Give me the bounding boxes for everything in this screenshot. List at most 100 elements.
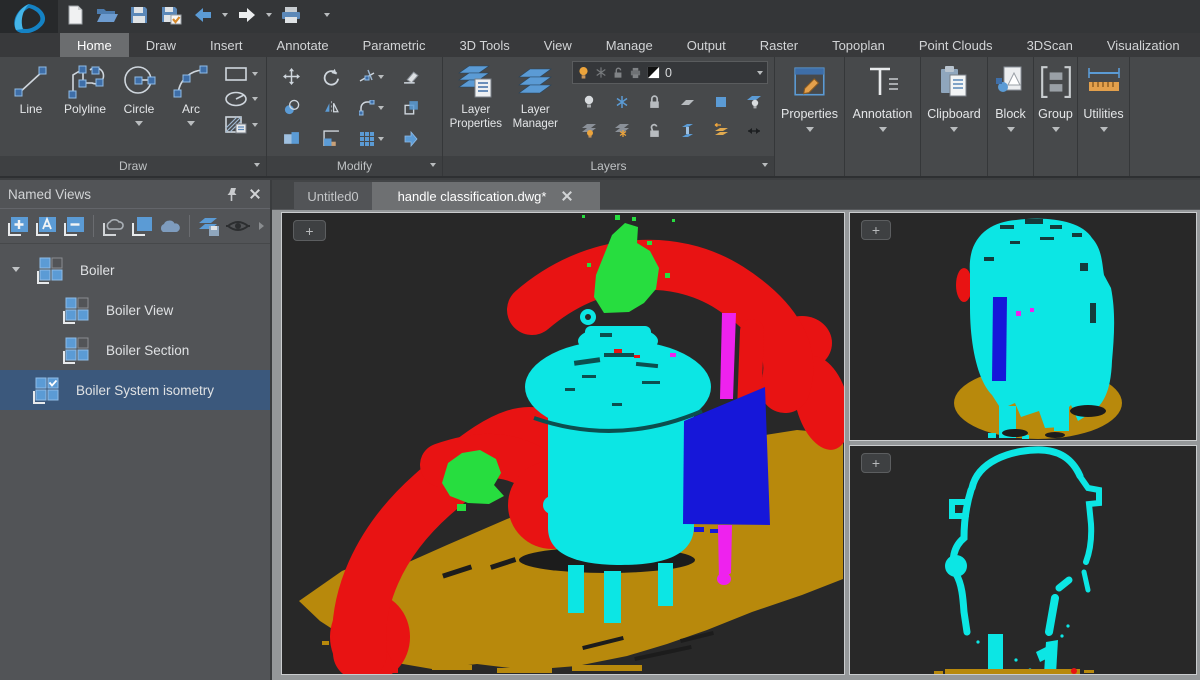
layer-walk-button[interactable]	[737, 116, 770, 145]
layer-select-combo[interactable]: 0	[572, 61, 768, 84]
layers-panel-footer[interactable]: Layers	[443, 156, 774, 176]
delete-view-button[interactable]	[62, 213, 86, 239]
layer-isolate-button[interactable]	[671, 116, 704, 145]
save-button[interactable]	[126, 2, 152, 28]
arc-dropdown-caret[interactable]	[187, 121, 195, 126]
offset-button[interactable]	[391, 92, 431, 123]
block-button[interactable]: Block	[988, 57, 1033, 156]
polyline-button[interactable]: Polyline	[58, 61, 112, 116]
rect-boundary-button[interactable]	[130, 213, 154, 239]
expander-chevron-icon[interactable]	[12, 267, 20, 272]
ribbon-tab-home[interactable]: Home	[60, 33, 129, 57]
new-auto-view-button[interactable]	[34, 213, 58, 239]
circle-button[interactable]: Circle	[112, 61, 166, 126]
layer-light-button[interactable]	[737, 87, 770, 116]
move-to-layer-button[interactable]	[704, 116, 737, 145]
rectangle-button[interactable]	[224, 65, 258, 83]
toolbar-customize-caret[interactable]	[324, 13, 330, 17]
save-views-button[interactable]	[197, 213, 221, 239]
utilities-button[interactable]: Utilities	[1078, 57, 1129, 156]
group-caret[interactable]	[1052, 127, 1060, 132]
scale-button[interactable]	[311, 123, 351, 154]
new-file-button[interactable]	[62, 2, 88, 28]
ribbon-tab-raster[interactable]: Raster	[743, 33, 815, 57]
open-file-button[interactable]	[94, 2, 120, 28]
redo-dropdown-caret[interactable]	[266, 13, 272, 17]
pin-icon[interactable]	[223, 187, 238, 202]
ribbon-tab-manage[interactable]: Manage	[589, 33, 670, 57]
ribbon-tab-pointclouds[interactable]: Point Clouds	[902, 33, 1010, 57]
properties-button[interactable]: Properties	[775, 57, 844, 156]
layer-on-button[interactable]	[572, 87, 605, 116]
tree-item-boiler-view[interactable]: Boiler View	[0, 290, 270, 330]
hatch-button[interactable]	[224, 115, 258, 135]
erase-button[interactable]	[391, 61, 431, 92]
tree-item-boiler[interactable]: Boiler	[0, 250, 270, 290]
doc-tab-handle-classification[interactable]: handle classification.dwg*	[372, 182, 600, 210]
arc-button[interactable]: Arc	[166, 61, 216, 126]
unlock-layer-button[interactable]	[638, 116, 671, 145]
clipboard-caret[interactable]	[950, 127, 958, 132]
annotation-button[interactable]: Annotation	[845, 57, 920, 156]
move-button[interactable]	[271, 61, 311, 92]
viewport-section-view[interactable]: +	[849, 445, 1197, 675]
explode-button[interactable]	[391, 123, 431, 154]
clipboard-button[interactable]: Clipboard	[921, 57, 987, 156]
preview-view-button[interactable]	[225, 213, 251, 239]
viewport-controls-button[interactable]: +	[861, 220, 891, 240]
ellipse-button[interactable]	[224, 90, 258, 108]
array-button[interactable]	[351, 123, 391, 154]
redo-button[interactable]	[234, 2, 260, 28]
rotate-button[interactable]	[311, 61, 351, 92]
point-cloud-canvas-bottom[interactable]	[850, 446, 1196, 674]
ribbon-tab-visualization[interactable]: Visualization	[1090, 33, 1197, 57]
viewport-main-isometric[interactable]: +	[281, 212, 845, 675]
layer-off-button[interactable]	[671, 87, 704, 116]
all-layers-on-button[interactable]	[572, 116, 605, 145]
stretch-button[interactable]	[271, 123, 311, 154]
block-caret[interactable]	[1007, 127, 1015, 132]
undo-dropdown-caret[interactable]	[222, 13, 228, 17]
copy-button[interactable]	[271, 92, 311, 123]
ribbon-tab-3dscan[interactable]: 3DScan	[1010, 33, 1090, 57]
doc-tab-untitled0[interactable]: Untitled0	[294, 182, 372, 210]
modify-panel-footer[interactable]: Modify	[267, 156, 442, 176]
viewport-front-view[interactable]: +	[849, 212, 1197, 441]
layer-manager-button[interactable]: Layer Manager	[505, 61, 566, 132]
ribbon-tab-3dtools[interactable]: 3D Tools	[442, 33, 526, 57]
close-panel-icon[interactable]	[248, 187, 262, 201]
ribbon-tab-topoplan[interactable]: Topoplan	[815, 33, 902, 57]
layer-combo-caret[interactable]	[757, 71, 763, 75]
ribbon-tab-more[interactable]: Mor	[1197, 33, 1200, 57]
save-as-button[interactable]	[158, 2, 184, 28]
ribbon-tab-annotate[interactable]: Annotate	[260, 33, 346, 57]
thaw-all-layers-button[interactable]	[605, 116, 638, 145]
layer-freeze-button[interactable]	[605, 87, 638, 116]
utilities-caret[interactable]	[1100, 127, 1108, 132]
ribbon-tab-draw[interactable]: Draw	[129, 33, 193, 57]
cloud-boundary-button[interactable]	[101, 213, 125, 239]
close-document-icon[interactable]	[560, 189, 574, 203]
new-view-button[interactable]	[6, 213, 30, 239]
layer-current-button[interactable]	[704, 87, 737, 116]
group-button[interactable]: Group	[1034, 57, 1077, 156]
ribbon-tab-output[interactable]: Output	[670, 33, 743, 57]
properties-caret[interactable]	[806, 127, 814, 132]
toolbar-more-arrow[interactable]	[259, 222, 264, 230]
trim-button[interactable]	[351, 61, 391, 92]
mirror-button[interactable]	[311, 92, 351, 123]
viewport-controls-button[interactable]: +	[293, 220, 326, 241]
print-button[interactable]	[278, 2, 304, 28]
undo-button[interactable]	[190, 2, 216, 28]
fillet-button[interactable]	[351, 92, 391, 123]
layer-lock-button[interactable]	[638, 87, 671, 116]
line-button[interactable]: Line	[4, 61, 58, 116]
layer-properties-button[interactable]: Layer Properties	[447, 61, 505, 132]
viewport-controls-button[interactable]: +	[861, 453, 891, 473]
point-cloud-canvas-main[interactable]	[282, 213, 844, 674]
tree-item-boiler-section[interactable]: Boiler Section	[0, 330, 270, 370]
ribbon-tab-parametric[interactable]: Parametric	[346, 33, 443, 57]
circle-dropdown-caret[interactable]	[135, 121, 143, 126]
ribbon-tab-insert[interactable]: Insert	[193, 33, 260, 57]
point-cloud-canvas-top[interactable]	[850, 213, 1196, 440]
